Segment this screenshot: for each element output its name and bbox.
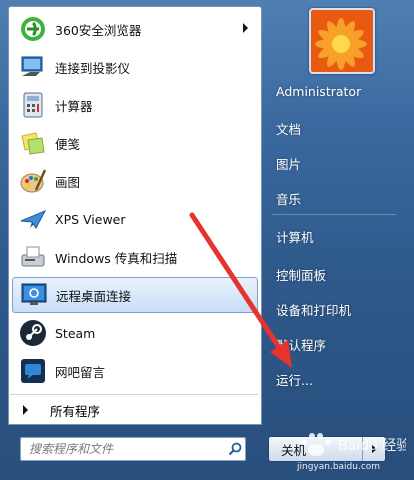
search-box[interactable] <box>20 437 246 461</box>
expand-arrow-icon <box>23 405 28 415</box>
chevron-right-icon <box>371 445 377 453</box>
default-programs-link[interactable]: 默认程序 <box>276 335 326 354</box>
program-item-sticky-notes[interactable]: 便笺 <box>12 125 258 161</box>
search-button[interactable] <box>225 439 245 459</box>
program-item-paint[interactable]: 画图 <box>12 163 258 199</box>
user-avatar[interactable] <box>309 8 375 74</box>
divider <box>272 214 396 215</box>
program-item-remote-desktop[interactable]: 远程桌面连接 <box>12 277 258 313</box>
browser-360-icon <box>21 17 45 41</box>
all-programs-label: 所有程序 <box>50 403 101 419</box>
program-label: 360安全浏览器 <box>55 22 142 38</box>
search-input[interactable] <box>27 441 225 457</box>
programs-pane: 360安全浏览器 连接到投影仪 计算器 便笺 画图 XPS Viewer Win… <box>8 6 262 398</box>
submenu-arrow-icon[interactable] <box>243 23 248 33</box>
program-label: 画图 <box>55 174 81 190</box>
search-icon <box>228 442 242 456</box>
netcafe-message-icon <box>21 359 45 383</box>
all-programs-button[interactable]: 所有程序 <box>8 396 262 425</box>
flower-picture-icon <box>311 10 373 72</box>
program-label: 远程桌面连接 <box>56 288 132 304</box>
program-item-steam[interactable]: Steam <box>12 315 258 351</box>
calculator-icon <box>23 92 43 118</box>
program-item-360-browser[interactable]: 360安全浏览器 <box>12 11 258 47</box>
documents-link[interactable]: 文档 <box>276 119 301 138</box>
program-item-calculator[interactable]: 计算器 <box>12 87 258 123</box>
run-link[interactable]: 运行... <box>276 370 313 389</box>
program-label: Steam <box>55 325 96 341</box>
control-panel-link[interactable]: 控制面板 <box>276 265 326 284</box>
paint-icon <box>20 169 47 193</box>
program-label: 计算器 <box>55 98 93 114</box>
program-label: 连接到投影仪 <box>55 60 131 76</box>
remote-desktop-icon <box>21 283 47 305</box>
projector-icon <box>21 56 43 76</box>
fax-scan-icon <box>21 246 45 267</box>
program-label: XPS Viewer <box>55 211 126 227</box>
program-item-projector[interactable]: 连接到投影仪 <box>12 49 258 85</box>
devices-printers-link[interactable]: 设备和打印机 <box>276 300 351 319</box>
pictures-link[interactable]: 图片 <box>276 154 301 173</box>
program-label: Windows 传真和扫描 <box>55 250 178 266</box>
music-link[interactable]: 音乐 <box>276 189 301 208</box>
shutdown-options-button[interactable] <box>362 437 385 461</box>
program-item-fax-scan[interactable]: Windows 传真和扫描 <box>12 239 258 275</box>
program-label: 网吧留言 <box>55 364 106 380</box>
divider <box>10 394 258 395</box>
steam-icon <box>20 320 46 346</box>
user-name-link[interactable]: Administrator <box>276 84 361 99</box>
program-item-xps-viewer[interactable]: XPS Viewer <box>12 201 258 237</box>
start-menu: 360安全浏览器 连接到投影仪 计算器 便笺 画图 XPS Viewer Win… <box>0 0 414 480</box>
xps-viewer-icon <box>20 210 47 229</box>
watermark-url: jingyan.baidu.com <box>297 462 381 472</box>
computer-link[interactable]: 计算机 <box>276 227 314 246</box>
shutdown-label: 关机 <box>281 442 307 458</box>
shutdown-button[interactable]: 关机 <box>268 436 386 462</box>
program-label: 便笺 <box>55 136 81 152</box>
sticky-notes-icon <box>21 132 45 155</box>
program-item-netcafe-message[interactable]: 网吧留言 <box>12 353 258 389</box>
